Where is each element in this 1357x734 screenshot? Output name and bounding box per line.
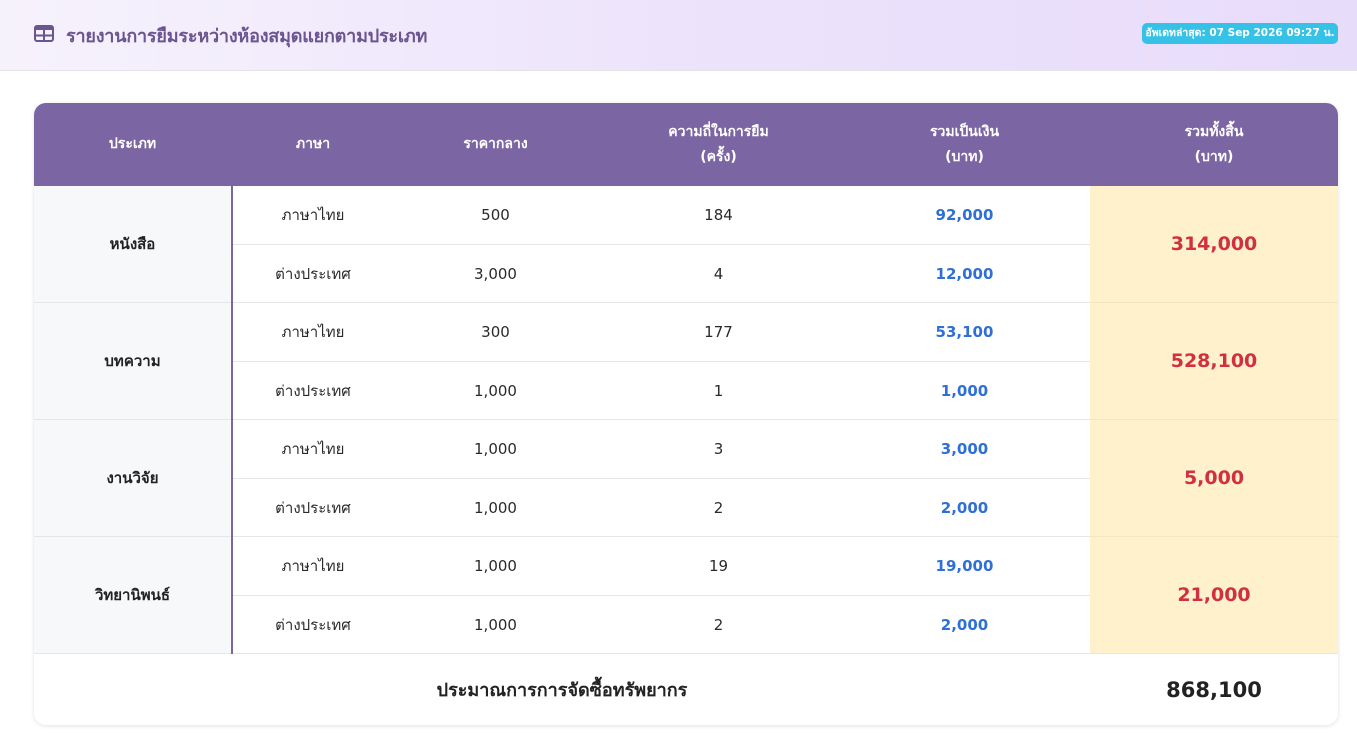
frequency-cell: 3: [713, 440, 724, 458]
price-cell: 1,000: [474, 381, 517, 400]
language-cell: ต่างประเทศ: [275, 381, 351, 400]
table-row: ภาษาไทย 500 184 92,000: [233, 186, 1090, 245]
language-cell: ภาษาไทย: [281, 206, 345, 224]
column-header-type: ประเภท: [34, 103, 231, 186]
footer-total-value: 868,100: [1166, 677, 1262, 702]
amount-cell: 53,100: [935, 323, 994, 341]
type-cell-book: หนังสือ: [34, 186, 231, 303]
language-cell: ภาษาไทย: [281, 323, 345, 341]
amount-cell: 92,000: [935, 206, 994, 224]
language-cell: ภาษาไทย: [281, 440, 345, 458]
price-cell: 1,000: [474, 615, 517, 634]
table-row: ต่างประเทศ 1,000 2 2,000: [233, 595, 1090, 654]
price-cell: 1,000: [474, 440, 517, 458]
column-header-text: ความถี่ในการยืม: [668, 123, 769, 140]
column-header-unit: (ครั้ง): [700, 148, 737, 165]
type-cell-thesis: วิทยานิพนธ์: [34, 537, 231, 654]
report-table: ประเภท ภาษา ราคากลาง ความถี่ในการยืม (คร…: [34, 103, 1338, 725]
amount-cell: 2,000: [940, 615, 989, 634]
frequency-cell: 2: [713, 498, 724, 517]
footer-label: ประมาณการการจัดซื้อทรัพยากร: [436, 680, 688, 701]
language-cell: ต่างประเทศ: [275, 264, 351, 283]
column-header-language: ภาษา: [233, 103, 393, 186]
language-cell: ภาษาไทย: [281, 557, 345, 575]
frequency-cell: 4: [713, 264, 724, 283]
column-header-amount: รวมเป็นเงิน (บาท): [839, 103, 1090, 186]
frequency-cell: 2: [713, 615, 724, 634]
table-row: ต่างประเทศ 1,000 2 2,000: [233, 478, 1090, 537]
column-header-grand-total: รวมทั้งสิ้น (บาท): [1090, 103, 1338, 186]
language-cell: ต่างประเทศ: [275, 615, 351, 634]
page-title: รายงานการยืมระหว่างห้องสมุดแยกตามประเภท: [66, 26, 428, 47]
column-header-unit: (บาท): [945, 148, 984, 165]
table-footer: ประมาณการการจัดซื้อทรัพยากร 868,100: [34, 654, 1338, 725]
table-icon: [34, 25, 54, 42]
group-total-cell: 21,000: [1090, 537, 1338, 654]
table-row: ภาษาไทย 1,000 19 19,000: [233, 537, 1090, 596]
table-row: ต่างประเทศ 1,000 1 1,000: [233, 361, 1090, 420]
frequency-cell: 184: [704, 206, 733, 224]
group-total-cell: 528,100: [1090, 303, 1338, 420]
column-header-text: ภาษา: [295, 136, 331, 152]
table-row: ภาษาไทย 1,000 3 3,000: [233, 420, 1090, 479]
report-header: รายงานการยืมระหว่างห้องสมุดแยกตามประเภท …: [0, 0, 1357, 71]
price-cell: 300: [481, 323, 510, 341]
amount-cell: 1,000: [940, 381, 989, 400]
type-cell-article: บทความ: [34, 303, 231, 420]
amount-cell: 3,000: [940, 440, 989, 458]
column-header-text: รวมทั้งสิ้น: [1184, 123, 1244, 140]
group-total-cell: 314,000: [1090, 186, 1338, 303]
column-header-frequency: ความถี่ในการยืม (ครั้ง): [598, 103, 839, 186]
column-header-median-price: ราคากลาง: [393, 103, 598, 186]
table-row: ภาษาไทย 300 177 53,100: [233, 303, 1090, 362]
language-cell: ต่างประเทศ: [275, 498, 351, 517]
amount-cell: 2,000: [940, 498, 989, 517]
price-cell: 3,000: [474, 264, 517, 283]
price-cell: 1,000: [474, 557, 517, 575]
group-total-cell: 5,000: [1090, 420, 1338, 537]
table-row: ต่างประเทศ 3,000 4 12,000: [233, 244, 1090, 303]
table-header: ประเภท ภาษา ราคากลาง ความถี่ในการยืม (คร…: [34, 103, 1338, 186]
price-cell: 1,000: [474, 498, 517, 517]
frequency-cell: 1: [713, 381, 724, 400]
frequency-cell: 19: [708, 557, 729, 575]
column-header-text: ราคากลาง: [463, 136, 528, 152]
last-updated-badge: อัพเดทล่าสุด: 07 Sep 2026 09:27 น.: [1142, 23, 1338, 44]
column-header-unit: (บาท): [1194, 148, 1234, 165]
amount-cell: 19,000: [935, 557, 994, 575]
type-cell-research: งานวิจัย: [34, 420, 231, 537]
column-header-text: รวมเป็นเงิน: [929, 123, 1000, 140]
column-divider: [231, 186, 233, 654]
frequency-cell: 177: [704, 323, 733, 341]
column-header-text: ประเภท: [108, 136, 157, 152]
amount-cell: 12,000: [935, 264, 994, 283]
price-cell: 500: [481, 206, 510, 224]
